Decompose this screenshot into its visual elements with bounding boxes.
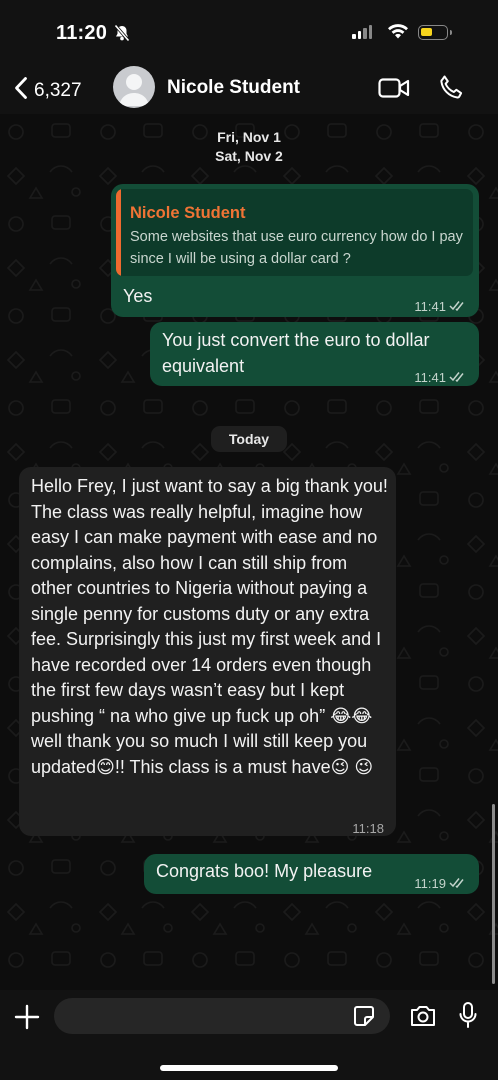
message-text: Hello Frey, I just want to say a big tha… [31,476,388,777]
read-ticks-icon [449,871,467,897]
home-indicator[interactable] [160,1065,338,1071]
unread-count: 6,327 [34,79,82,101]
date-separator-today: Today [211,426,287,452]
plus-icon[interactable] [14,1004,40,1035]
wifi-icon [387,22,409,45]
message-time: 11:41 [414,299,446,314]
signal-icon [352,25,372,39]
quote-accent-bar [116,189,121,276]
message-time: 11:41 [414,370,446,385]
scroll-indicator[interactable] [492,804,495,984]
status-bar: 11:20 [0,0,498,62]
microphone-icon[interactable] [458,1001,478,1034]
incoming-message[interactable]: Hello Frey, I just want to say a big tha… [19,467,396,836]
avatar[interactable] [113,66,155,108]
read-ticks-icon [449,294,467,320]
date-separator: Sat, Nov 2 [215,148,283,164]
message-time: 11:19 [414,876,446,891]
video-call-icon[interactable] [378,77,410,104]
contact-name[interactable]: Nicole Student [167,77,300,99]
chat-header: 6,327 Nicole Student [0,62,498,114]
date-separator: Fri, Nov 1 [217,129,281,145]
message-meta: 11:19 [414,871,467,897]
back-chevron-icon [14,76,28,105]
quoted-message[interactable]: Nicole Student Some websites that use eu… [116,189,473,276]
quote-text: Some websites that use euro currency how… [130,229,463,267]
sticker-icon[interactable] [353,1005,375,1032]
message-meta: 11:18 [352,816,384,842]
battery-icon [418,25,452,40]
outgoing-message[interactable]: Nicole Student Some websites that use eu… [111,184,479,317]
message-meta: 11:41 [414,365,467,391]
chat-area[interactable]: Fri, Nov 1 Sat, Nov 2 Nicole Student Som… [0,114,498,990]
outgoing-message[interactable]: You just convert the euro to dollar equi… [150,322,479,386]
message-time: 11:18 [352,821,384,836]
phone-icon[interactable] [438,74,464,105]
message-text: Congrats boo! My pleasure [156,861,373,881]
camera-icon[interactable] [409,1004,437,1033]
read-ticks-icon [449,365,467,391]
status-time: 11:20 [56,22,108,44]
bell-slash-icon [113,24,131,47]
quote-author: Nicole Student [130,204,246,222]
message-meta: 11:41 [414,294,467,320]
message-text: Yes [123,286,153,306]
back-button[interactable]: 6,327 [14,76,82,105]
message-input[interactable] [54,998,390,1034]
outgoing-message[interactable]: Congrats boo! My pleasure 11:19 [144,854,479,894]
